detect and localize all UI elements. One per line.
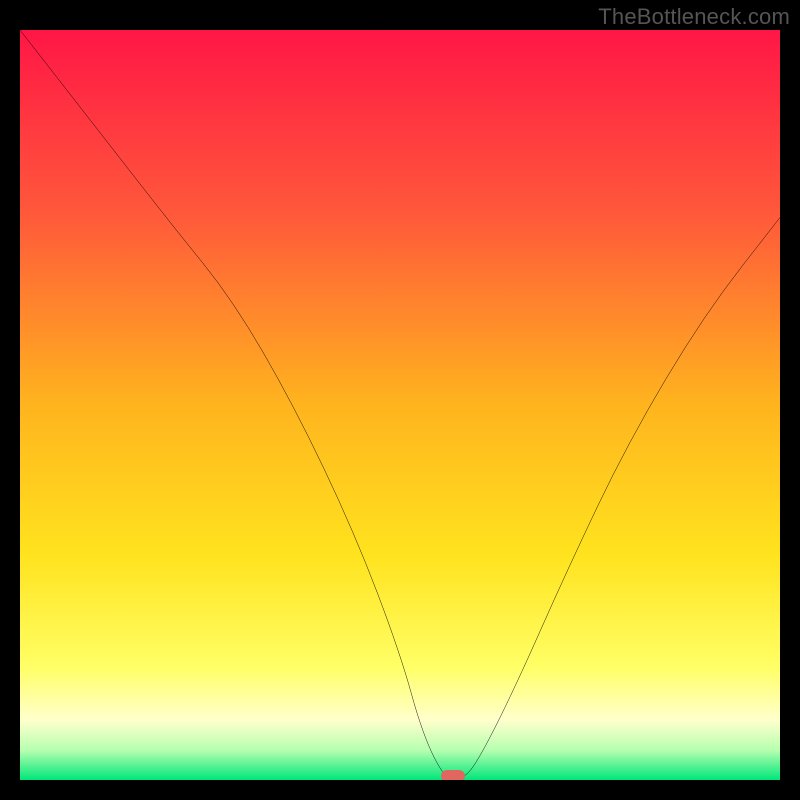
bottleneck-curve xyxy=(20,30,780,780)
chart-frame: TheBottleneck.com xyxy=(0,0,800,800)
plot-area xyxy=(20,30,780,780)
optimal-marker xyxy=(441,770,465,780)
watermark-text: TheBottleneck.com xyxy=(598,4,790,30)
